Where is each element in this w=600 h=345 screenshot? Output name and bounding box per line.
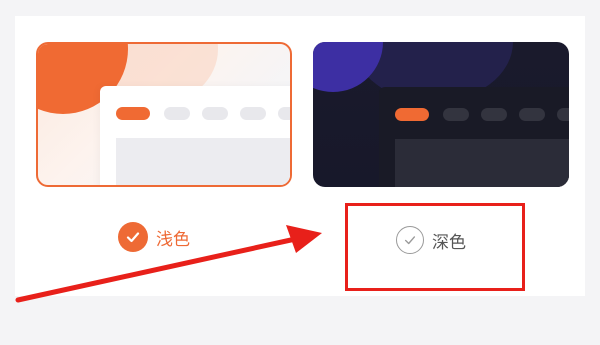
annotation-arrow-icon — [15, 225, 322, 303]
